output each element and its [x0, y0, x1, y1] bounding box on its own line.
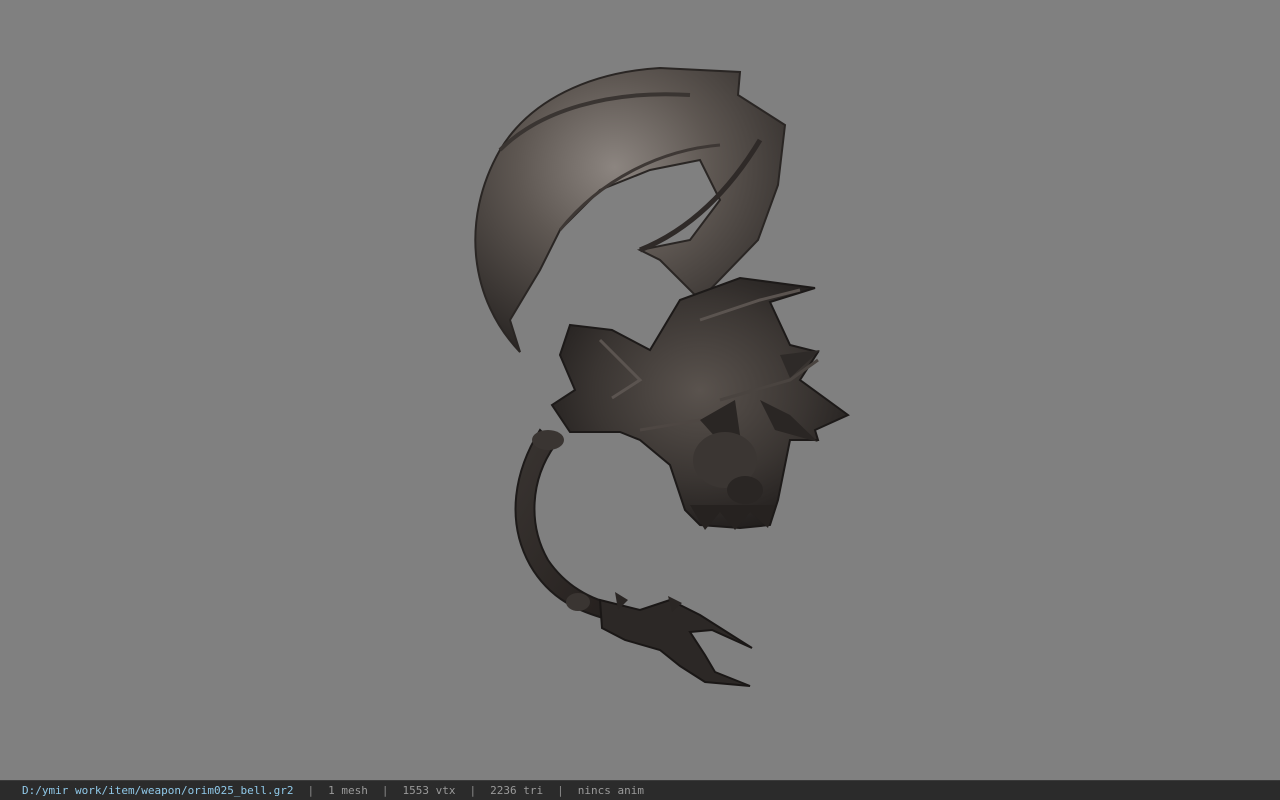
separator: | [381, 784, 389, 797]
separator: | [307, 784, 315, 797]
mesh-count: 1 mesh [328, 784, 368, 797]
dragon-body [550, 276, 850, 530]
separator: | [469, 784, 477, 797]
dragon-model [474, 66, 850, 687]
separator: | [557, 784, 564, 797]
model-viewport[interactable] [0, 0, 1280, 780]
file-path: D:/ymir work/item/weapon/orim025_bell.gr… [22, 784, 294, 797]
triangle-count: 2236 tri [490, 784, 544, 797]
vertex-count: 1553 vtx [402, 784, 456, 797]
animation-status: nincs anim [577, 784, 644, 797]
status-bar: D:/ymir work/item/weapon/orim025_bell.gr… [0, 780, 1280, 800]
